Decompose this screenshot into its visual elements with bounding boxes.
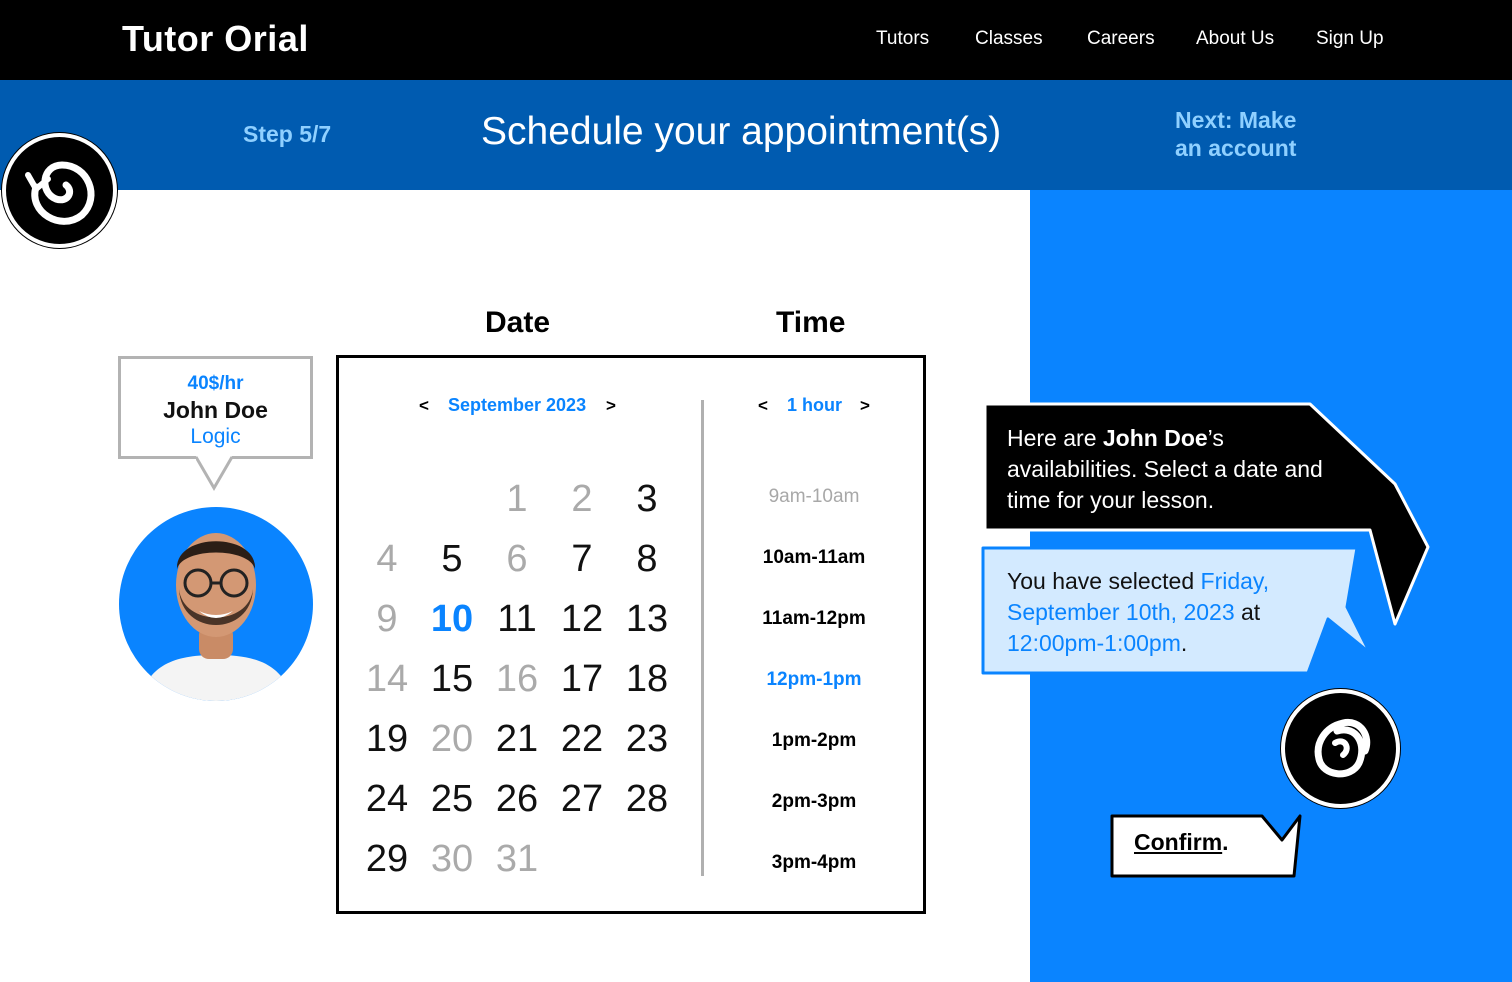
next-step-line1: Next: Make [1175, 107, 1297, 133]
back-button[interactable] [2, 133, 117, 248]
time-slot-9am-10am: 9am-10am [768, 486, 860, 507]
swirl-icon [1314, 718, 1371, 778]
time-slot-3pm-4pm[interactable]: 3pm-4pm [719, 852, 909, 874]
next-month-button[interactable]: > [606, 396, 616, 416]
instruction-tutor-name: John Doe [1102, 425, 1208, 451]
time-slot-2pm-3pm[interactable]: 2pm-3pm [719, 791, 909, 813]
page-title: Schedule your appointment(s) [481, 110, 1002, 153]
calendar-day-21[interactable]: 21 [485, 718, 549, 761]
instruction-text: Here are John Doe’s availabilities. Sele… [1007, 423, 1327, 516]
assistant-badge [1281, 689, 1400, 808]
tutor-subject: Logic [190, 425, 241, 448]
instruction-part1: Here are [1007, 425, 1103, 451]
time-heading: Time [776, 306, 846, 339]
tutor-rate: 40$/hr [187, 373, 244, 394]
tutor-name: John Doe [163, 397, 268, 423]
calendar-day-16: 16 [495, 658, 539, 700]
tutor-info-card: 40$/hr John Doe Logic [118, 356, 313, 459]
time-slot-1pm-2pm[interactable]: 1pm-2pm [719, 730, 909, 752]
prev-duration-button[interactable]: < [758, 396, 768, 416]
card-pointer [196, 456, 234, 491]
calendar-day-17[interactable]: 17 [550, 658, 614, 701]
next-duration-button[interactable]: > [860, 396, 870, 416]
calendar-day-12[interactable]: 12 [550, 598, 614, 641]
calendar-day-26[interactable]: 26 [485, 778, 549, 821]
calendar-day-30: 30 [430, 838, 474, 880]
step-bar: Step 5/7 Schedule your appointment(s) Ne… [0, 80, 1512, 190]
calendar-day-29[interactable]: 29 [355, 838, 419, 881]
next-step-line2: an account [1175, 135, 1297, 161]
time-slot-10am-11am[interactable]: 10am-11am [719, 547, 909, 569]
calendar-day-11[interactable]: 11 [485, 598, 549, 641]
calendar-day-31: 31 [495, 838, 539, 880]
top-navbar: Tutor Orial Tutors Classes Careers About… [0, 0, 1512, 80]
selection-time: 12:00pm-1:00pm [1007, 630, 1181, 656]
date-heading: Date [485, 306, 551, 339]
selection-part2: at [1234, 599, 1261, 625]
calendar-day-3[interactable]: 3 [615, 478, 679, 521]
calendar-day-18[interactable]: 18 [615, 658, 679, 701]
duration-label: 1 hour [787, 395, 843, 415]
scheduler-panel: < September 2023 > < 1 hour > 1234567891… [336, 355, 926, 914]
nav-careers[interactable]: Careers [1087, 28, 1155, 50]
next-step-link[interactable]: Next: Make an account [1175, 106, 1335, 162]
back-swirl-icon [25, 161, 95, 225]
month-label: September 2023 [448, 395, 587, 415]
confirm-button[interactable]: Confirm. [1134, 829, 1229, 856]
selection-part1: You have selected [1007, 568, 1201, 594]
column-divider [701, 400, 704, 876]
calendar-day-7[interactable]: 7 [550, 538, 614, 581]
calendar-day-28[interactable]: 28 [615, 778, 679, 821]
nav-classes[interactable]: Classes [975, 28, 1043, 50]
prev-month-button[interactable]: < [419, 396, 429, 416]
nav-sign-up[interactable]: Sign Up [1316, 28, 1384, 50]
calendar-day-9: 9 [376, 598, 398, 640]
nav-tutors[interactable]: Tutors [876, 28, 929, 50]
calendar-day-24[interactable]: 24 [355, 778, 419, 821]
calendar-day-23[interactable]: 23 [615, 718, 679, 761]
tutor-avatar [119, 507, 313, 701]
calendar-day-19[interactable]: 19 [355, 718, 419, 761]
calendar-day-5[interactable]: 5 [420, 538, 484, 581]
calendar-day-6: 6 [506, 538, 528, 580]
calendar-day-10[interactable]: 10 [420, 598, 484, 641]
selection-text: You have selected Friday, September 10th… [1007, 566, 1327, 659]
brand-logo[interactable]: Tutor Orial [122, 18, 309, 60]
calendar-day-25[interactable]: 25 [420, 778, 484, 821]
step-indicator: Step 5/7 [243, 121, 332, 147]
time-slot-12pm-1pm[interactable]: 12pm-1pm [719, 669, 909, 691]
confirm-suffix: . [1222, 829, 1229, 855]
selection-part3: . [1180, 630, 1188, 656]
calendar-day-2: 2 [571, 478, 593, 520]
calendar-day-1: 1 [506, 478, 528, 520]
calendar-day-14: 14 [365, 658, 409, 700]
calendar-day-13[interactable]: 13 [615, 598, 679, 641]
confirm-label: Confirm [1134, 829, 1223, 855]
calendar-day-20: 20 [430, 718, 474, 760]
calendar-day-15[interactable]: 15 [420, 658, 484, 701]
calendar-day-8[interactable]: 8 [615, 538, 679, 581]
nav-about-us[interactable]: About Us [1196, 28, 1274, 50]
calendar-day-27[interactable]: 27 [550, 778, 614, 821]
calendar-day-4: 4 [376, 538, 398, 580]
calendar-day-22[interactable]: 22 [550, 718, 614, 761]
time-slot-11am-12pm[interactable]: 11am-12pm [719, 608, 909, 630]
